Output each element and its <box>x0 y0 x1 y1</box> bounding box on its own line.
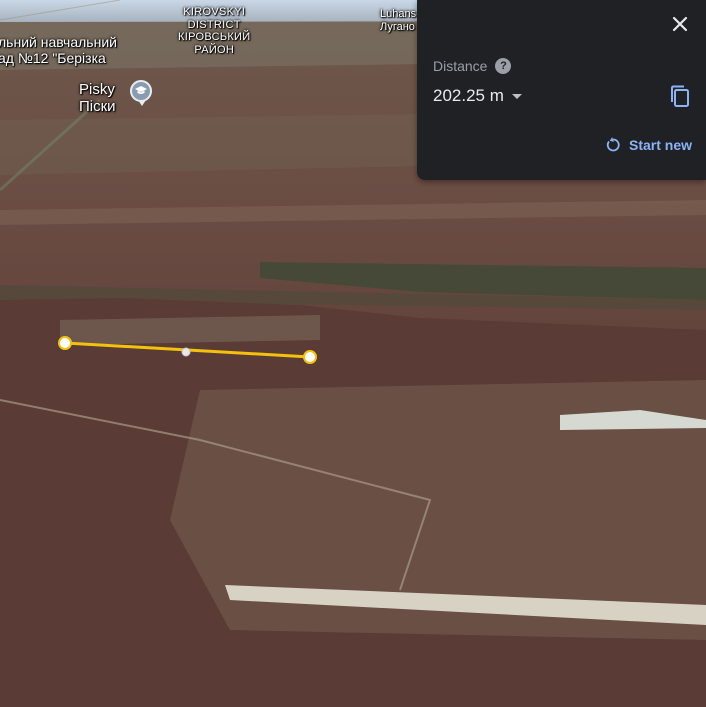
measure-point-start[interactable] <box>58 336 72 350</box>
pisky-label-en: Pisky <box>79 81 115 98</box>
close-icon <box>672 16 688 32</box>
restart-icon <box>606 137 620 152</box>
district-map-label[interactable]: KIROVSKYI DISTRICT КІРОВСЬКИЙ РАЙОН <box>178 6 250 57</box>
graduation-cap-icon <box>135 86 147 94</box>
distance-heading: Distance ? <box>433 58 512 74</box>
luhansk-label-line2: Лугано <box>380 20 415 33</box>
pisky-map-label[interactable]: Pisky Піски <box>79 81 116 116</box>
luhansk-map-label[interactable]: Luhans Лугано <box>380 8 416 33</box>
school-pin-icon[interactable] <box>130 80 152 106</box>
distance-unit-dropdown[interactable]: 202.25 m <box>433 86 522 106</box>
district-label-line2: DISTRICT <box>187 18 241 31</box>
pisky-label-uk: Піски <box>79 98 116 116</box>
chevron-down-icon <box>511 93 522 99</box>
district-label-line3: КІРОВСЬКИЙ <box>178 31 251 44</box>
help-icon[interactable]: ? <box>495 58 512 74</box>
district-label-line1: KIROVSKYI <box>183 6 246 18</box>
copy-icon <box>671 85 689 107</box>
school-label-line1: льний навчальний <box>0 34 117 50</box>
close-button[interactable] <box>668 12 692 36</box>
copy-button[interactable] <box>669 85 691 109</box>
district-label-line4: РАЙОН <box>194 43 235 56</box>
measure-point-end[interactable] <box>303 350 317 364</box>
start-new-button[interactable]: Start new <box>605 137 692 153</box>
measure-midpoint[interactable] <box>181 347 191 357</box>
luhansk-label-line1: Luhans <box>380 8 417 20</box>
school-map-label[interactable]: льний навчальний ад №12 "Берізка <box>0 34 117 66</box>
distance-label: Distance <box>433 58 488 74</box>
school-label-line2: ад №12 "Берізка <box>0 50 106 67</box>
measure-distance-panel: Distance ? 202.25 m Start new <box>417 0 706 180</box>
distance-value: 202.25 m <box>433 86 504 105</box>
start-new-label: Start new <box>628 137 692 153</box>
